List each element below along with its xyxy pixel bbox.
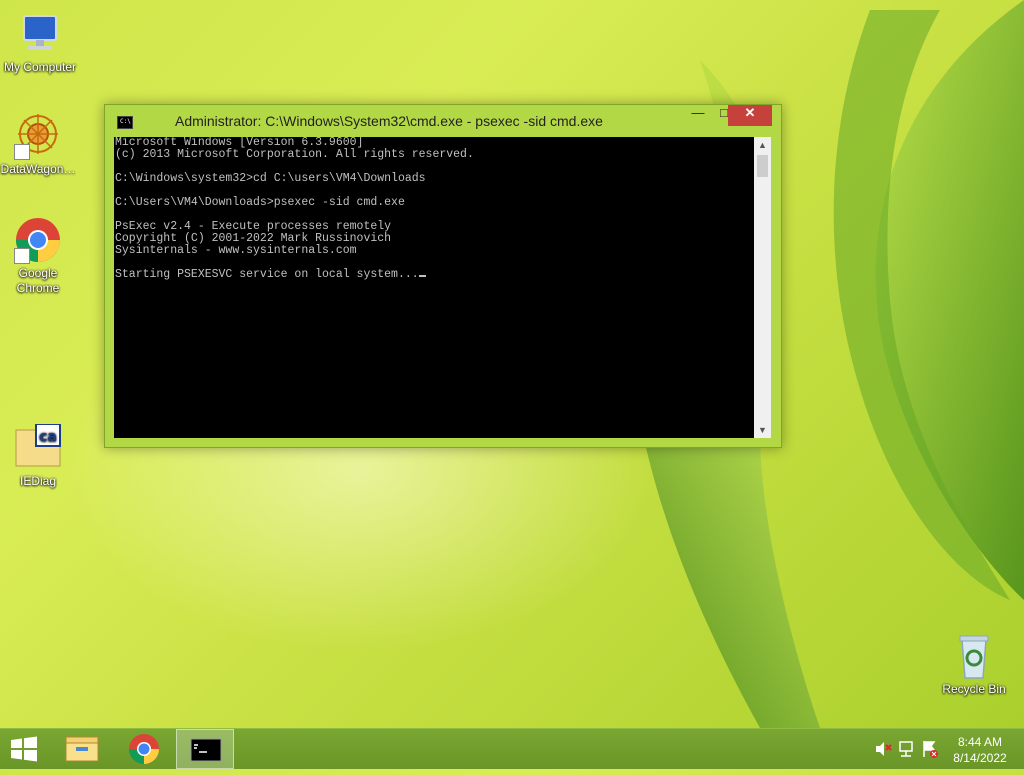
desktop-icon-iediag[interactable]: ca IEDiag (0, 423, 78, 489)
desktop-icon-google-chrome[interactable]: Google Chrome (0, 216, 78, 296)
action-center-flag-icon[interactable] (923, 741, 938, 758)
speaker-muted-icon[interactable] (876, 742, 892, 756)
desktop-icon-datawagon[interactable]: DataWagon… (0, 112, 78, 177)
clock-date: 8/14/2022 (953, 751, 1007, 765)
cmd-icon: C:\ (117, 116, 133, 129)
folder-icon: ca (14, 423, 62, 472)
svg-text:ca: ca (39, 429, 57, 445)
desktop-icon-recycle-bin[interactable]: Recycle Bin (934, 632, 1014, 697)
taskbar-google-chrome[interactable] (115, 729, 173, 769)
chrome-icon (129, 734, 159, 765)
console-line: Sysinternals - www.sysinternals.com (115, 244, 357, 257)
console-line: Starting PSEXESVC service on local syste… (114, 269, 754, 281)
taskbar-command-prompt[interactable] (176, 729, 234, 769)
taskbar-file-explorer[interactable] (54, 729, 112, 769)
taskbar: 8:44 AM 8/14/2022 (0, 728, 1024, 769)
recycle-bin-icon (950, 632, 998, 680)
text-cursor (418, 275, 426, 277)
close-button[interactable]: ✕ (728, 105, 772, 126)
cmd-window[interactable]: C:\ Administrator: C:\Windows\System32\c… (104, 104, 782, 448)
window-title: Administrator: C:\Windows\System32\cmd.e… (175, 113, 603, 129)
minimize-button[interactable]: — (685, 105, 711, 126)
console-line: C:\Users\VM4\Downloads>psexec -sid cmd.e… (115, 196, 405, 209)
system-tray (872, 729, 944, 769)
title-bar[interactable]: C:\ Administrator: C:\Windows\System32\c… (105, 105, 781, 136)
windows-logo-icon (11, 736, 37, 762)
scroll-up-arrow-icon[interactable]: ▲ (754, 137, 771, 153)
console-line: (c) 2013 Microsoft Corporation. All righ… (115, 148, 474, 161)
clock-time: 8:44 AM (957, 735, 1003, 749)
cmd-icon (190, 738, 222, 762)
shortcut-arrow-icon (14, 144, 30, 160)
desktop-icon-my-computer[interactable]: My Computer (0, 10, 80, 75)
datawagon-icon (14, 112, 62, 160)
file-explorer-icon (65, 736, 99, 762)
start-button[interactable] (0, 729, 58, 769)
scroll-down-arrow-icon[interactable]: ▼ (754, 422, 771, 438)
scrollbar-thumb[interactable] (757, 155, 768, 177)
clock[interactable]: 8:44 AM 8/14/2022 (944, 734, 1016, 766)
computer-icon (16, 10, 64, 58)
chrome-icon (14, 216, 62, 264)
shortcut-arrow-icon (14, 248, 30, 264)
console-output[interactable]: Microsoft Windows [Version 6.3.9600] (c)… (114, 137, 754, 438)
network-icon[interactable] (899, 741, 913, 757)
console-line: C:\Windows\system32>cd C:\users\VM4\Down… (115, 172, 426, 185)
vertical-scrollbar[interactable]: ▲ ▼ (754, 137, 771, 438)
